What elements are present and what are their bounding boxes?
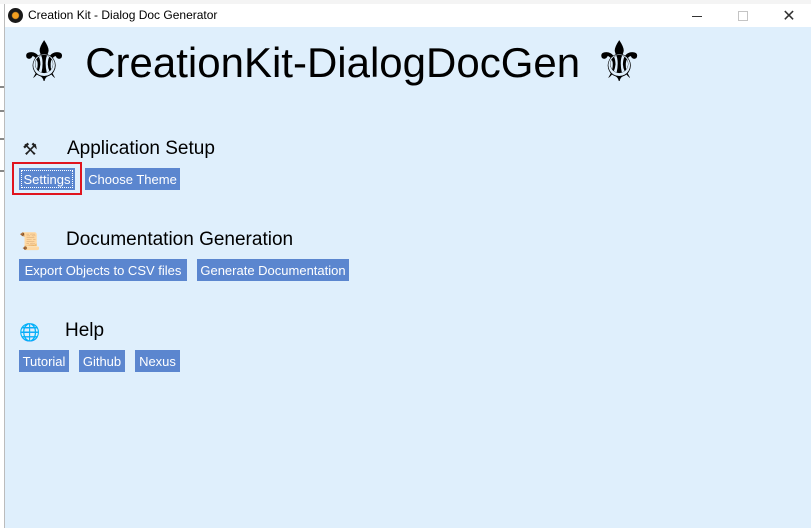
app-logo-icon bbox=[8, 8, 23, 23]
tutorial-button[interactable]: Tutorial bbox=[19, 350, 69, 372]
maximize-icon bbox=[738, 10, 748, 21]
settings-highlight-box bbox=[12, 162, 82, 195]
generate-documentation-button[interactable]: Generate Documentation bbox=[197, 259, 349, 281]
app-window: Creation Kit - Dialog Doc Generator ✕ ⚜ … bbox=[4, 4, 811, 528]
nexus-button[interactable]: Nexus bbox=[135, 350, 180, 372]
app-banner: ⚜ CreationKit-DialogDocGen ⚜ bbox=[19, 33, 644, 93]
title-bar[interactable]: Creation Kit - Dialog Doc Generator ✕ bbox=[5, 4, 811, 27]
fleur-de-lis-icon: ⚜ bbox=[19, 30, 70, 95]
banner-title: CreationKit-DialogDocGen bbox=[85, 39, 581, 86]
section-title-help: Help bbox=[65, 320, 105, 341]
close-button[interactable]: ✕ bbox=[766, 4, 811, 27]
window-title: Creation Kit - Dialog Doc Generator bbox=[28, 8, 218, 22]
fleur-de-lis-icon: ⚜ bbox=[594, 30, 645, 95]
github-button[interactable]: Github bbox=[79, 350, 125, 372]
maximize-button[interactable] bbox=[720, 4, 766, 27]
minimize-icon bbox=[692, 16, 702, 17]
section-title-application-setup: Application Setup bbox=[67, 138, 215, 159]
section-title-documentation-generation: Documentation Generation bbox=[66, 229, 294, 250]
minimize-button[interactable] bbox=[674, 4, 720, 27]
scroll-icon: 📜 bbox=[19, 232, 41, 252]
main-content: ⚜ CreationKit-DialogDocGen ⚜ ⚒ Applicati… bbox=[5, 27, 811, 528]
close-icon: ✕ bbox=[782, 7, 796, 25]
globe-icon: 🌐 bbox=[19, 323, 41, 343]
export-csv-button[interactable]: Export Objects to CSV files bbox=[19, 259, 187, 281]
hammer-and-wrench-icon: ⚒ bbox=[22, 140, 38, 160]
choose-theme-button[interactable]: Choose Theme bbox=[85, 168, 180, 190]
